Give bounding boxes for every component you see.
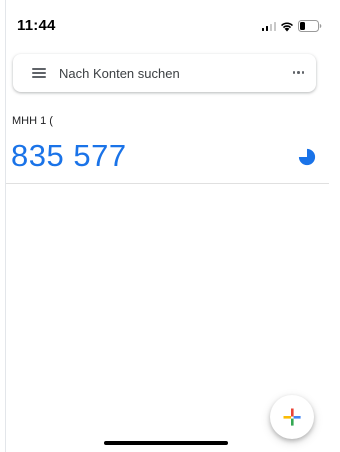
authenticator-screen: 11:44 Nach Konten suchen MHH 1 (835 577 (0, 0, 340, 452)
wifi-icon (281, 22, 293, 31)
home-indicator (104, 441, 228, 445)
account-list-item[interactable]: MHH 1 ( 835 577 (6, 108, 334, 184)
search-placeholder[interactable]: Nach Konten suchen (59, 66, 180, 81)
search-bar[interactable]: Nach Konten suchen (13, 54, 316, 92)
status-icons (261, 20, 323, 32)
window-edge (5, 0, 6, 452)
status-time: 11:44 (17, 17, 56, 34)
countdown-timer-icon (298, 148, 316, 166)
account-name: MHH 1 ( (12, 115, 53, 127)
menu-icon[interactable] (32, 68, 46, 78)
add-account-button[interactable] (270, 395, 314, 439)
list-divider (6, 183, 329, 184)
battery-icon (298, 20, 322, 32)
status-bar: 11:44 (0, 0, 340, 44)
signal-icon (261, 21, 276, 31)
more-horizontal-icon[interactable] (292, 71, 304, 74)
otp-code[interactable]: 835 577 (11, 138, 127, 174)
add-icon (283, 408, 301, 426)
